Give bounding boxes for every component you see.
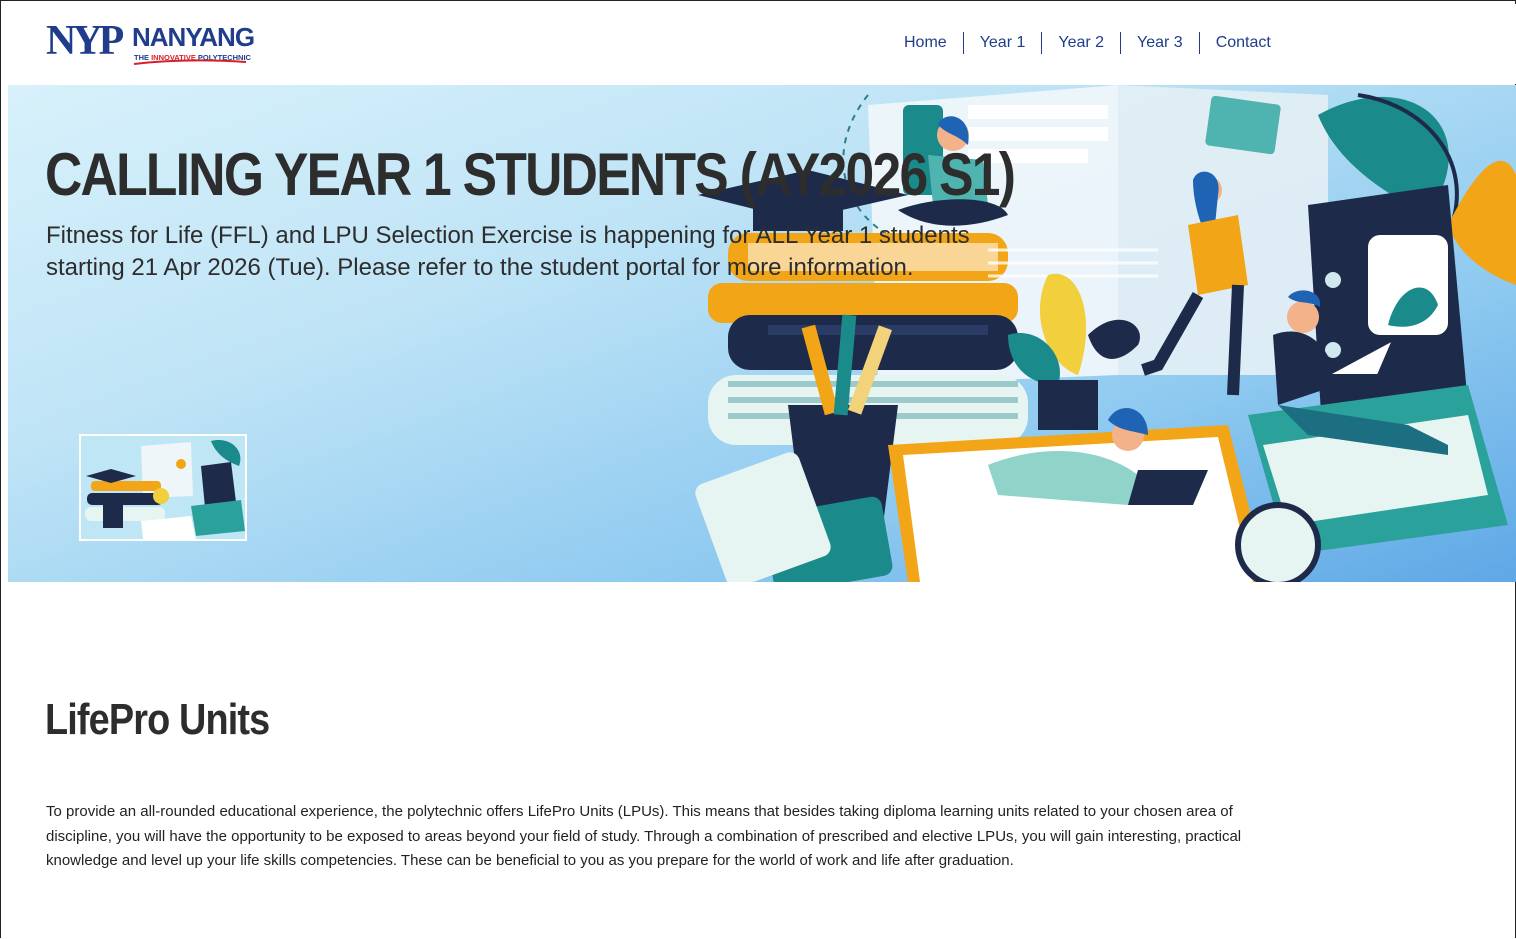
svg-text:NANYANG: NANYANG (132, 22, 254, 52)
nyp-logo[interactable]: NYP NANYANG THE INNOVATIVE POLYTECHNIC (46, 16, 286, 68)
hero-banner: CALLING YEAR 1 STUDENTS (AY2026 S1) Fitn… (8, 85, 1516, 582)
site-header: NYP NANYANG THE INNOVATIVE POLYTECHNIC H… (8, 4, 1516, 84)
nav-year-2[interactable]: Year 2 (1042, 31, 1120, 55)
hero-subtitle: Fitness for Life (FFL) and LPU Selection… (46, 222, 970, 281)
svg-text:NYP: NYP (46, 18, 124, 64)
nav-year-3[interactable]: Year 3 (1121, 31, 1199, 55)
nav-contact[interactable]: Contact (1200, 31, 1287, 55)
main-nav: Home Year 1 Year 2 Year 3 Contact (888, 31, 1287, 55)
nav-year-1[interactable]: Year 1 (964, 31, 1042, 55)
section-body: To provide an all-rounded educational ex… (46, 803, 1242, 869)
nav-home[interactable]: Home (888, 31, 963, 55)
hero-title: CALLING YEAR 1 STUDENTS (AY2026 S1) (45, 141, 1016, 208)
section-title: LifePro Units (45, 695, 270, 744)
banner-thumbnail[interactable] (79, 434, 247, 541)
